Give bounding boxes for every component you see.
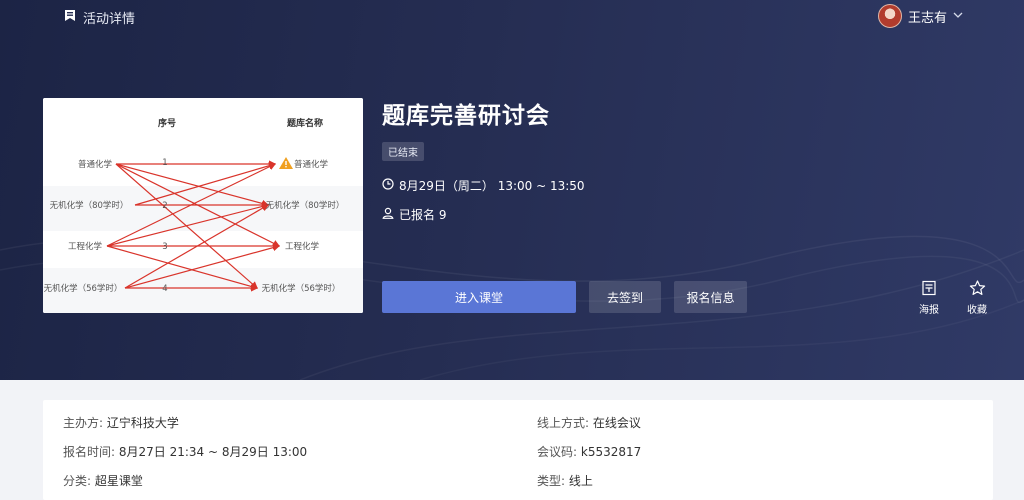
meeting-code-field: 会议码: k5532817 [537, 443, 641, 460]
cover-index: 1 [162, 158, 167, 168]
sign-in-button[interactable]: 去签到 [589, 281, 661, 313]
cover-index: 2 [162, 201, 167, 211]
meeting-code-value: k5532817 [580, 445, 642, 459]
organizer-field: 主办方: 辽宁科技大学 [63, 414, 179, 431]
meeting-code-label: 会议码: [537, 445, 578, 459]
category-field: 分类: 超星课堂 [63, 472, 143, 489]
cover-right-item: 普通化学 [294, 159, 329, 170]
cover-left-item: 工程化学 [68, 241, 103, 252]
cover-right-item: 无机化学（80学时） [266, 200, 345, 211]
activity-cover-image: 序号 题库名称 普通化学 无机化学（80学时） 工程化学 无机化学（56学时） … [43, 98, 363, 313]
enter-classroom-button[interactable]: 进入课堂 [382, 281, 576, 313]
cover-header-name: 题库名称 [286, 117, 323, 129]
cover-left-item: 普通化学 [78, 159, 113, 170]
poster-label: 海报 [919, 305, 939, 316]
online-method-field: 线上方式: 在线会议 [537, 414, 641, 431]
signup-count: 已报名 9 [399, 208, 447, 222]
favorite-button[interactable]: 收藏 [960, 280, 994, 316]
type-value: 线上 [568, 474, 593, 488]
activity-title: 题库完善研讨会 [382, 103, 550, 129]
signup-time-value: 8月27日 21:34 ~ 8月29日 13:00 [118, 445, 308, 459]
page-title: 活动详情 [64, 8, 135, 27]
organizer-label: 主办方: [63, 416, 104, 430]
poster-icon [921, 280, 937, 299]
chevron-down-icon[interactable] [953, 11, 963, 22]
star-icon [969, 280, 986, 299]
signup-time-label: 报名时间: [63, 445, 116, 459]
status-badge: 已结束 [382, 142, 424, 161]
favorite-label: 收藏 [967, 305, 987, 316]
cover-right-item: 工程化学 [285, 241, 320, 252]
activity-details-panel: 主办方: 辽宁科技大学 报名时间: 8月27日 21:34 ~ 8月29日 13… [43, 400, 993, 500]
clock-icon [382, 178, 394, 193]
user-menu[interactable]: 王志有 [878, 4, 963, 28]
category-label: 分类: [63, 474, 92, 488]
online-method-value: 在线会议 [592, 416, 641, 430]
activity-time-row: 8月29日（周二） 13:00 ~ 13:50 [382, 177, 585, 194]
type-label: 类型: [537, 474, 566, 488]
cover-right-item: 无机化学（56学时） [262, 283, 341, 294]
cover-left-item: 无机化学（56学时） [44, 283, 123, 294]
online-method-label: 线上方式: [537, 416, 590, 430]
organizer-value: 辽宁科技大学 [106, 416, 179, 430]
signup-info-button[interactable]: 报名信息 [674, 281, 747, 313]
cover-left-item: 无机化学（80学时） [50, 200, 129, 211]
poster-button[interactable]: 海报 [912, 280, 946, 316]
cover-index: 3 [162, 242, 167, 252]
category-value: 超星课堂 [94, 474, 143, 488]
bookmark-icon [64, 9, 76, 26]
avatar[interactable] [878, 4, 902, 28]
signup-time-field: 报名时间: 8月27日 21:34 ~ 8月29日 13:00 [63, 443, 307, 460]
page-title-text: 活动详情 [83, 12, 136, 27]
cover-index: 4 [162, 284, 167, 294]
person-icon [382, 207, 394, 222]
activity-hero-banner: 活动详情 王志有 序号 题库名称 普通化学 无机化学（80学时） 工程化学 无机… [0, 0, 1024, 380]
user-name[interactable]: 王志有 [908, 7, 947, 26]
cover-diagram: 序号 题库名称 普通化学 无机化学（80学时） 工程化学 无机化学（56学时） … [43, 98, 363, 313]
type-field: 类型: 线上 [537, 472, 593, 489]
cover-header-index: 序号 [158, 117, 176, 129]
signup-count-row: 已报名 9 [382, 206, 446, 223]
activity-time: 8月29日（周二） 13:00 ~ 13:50 [399, 179, 585, 193]
